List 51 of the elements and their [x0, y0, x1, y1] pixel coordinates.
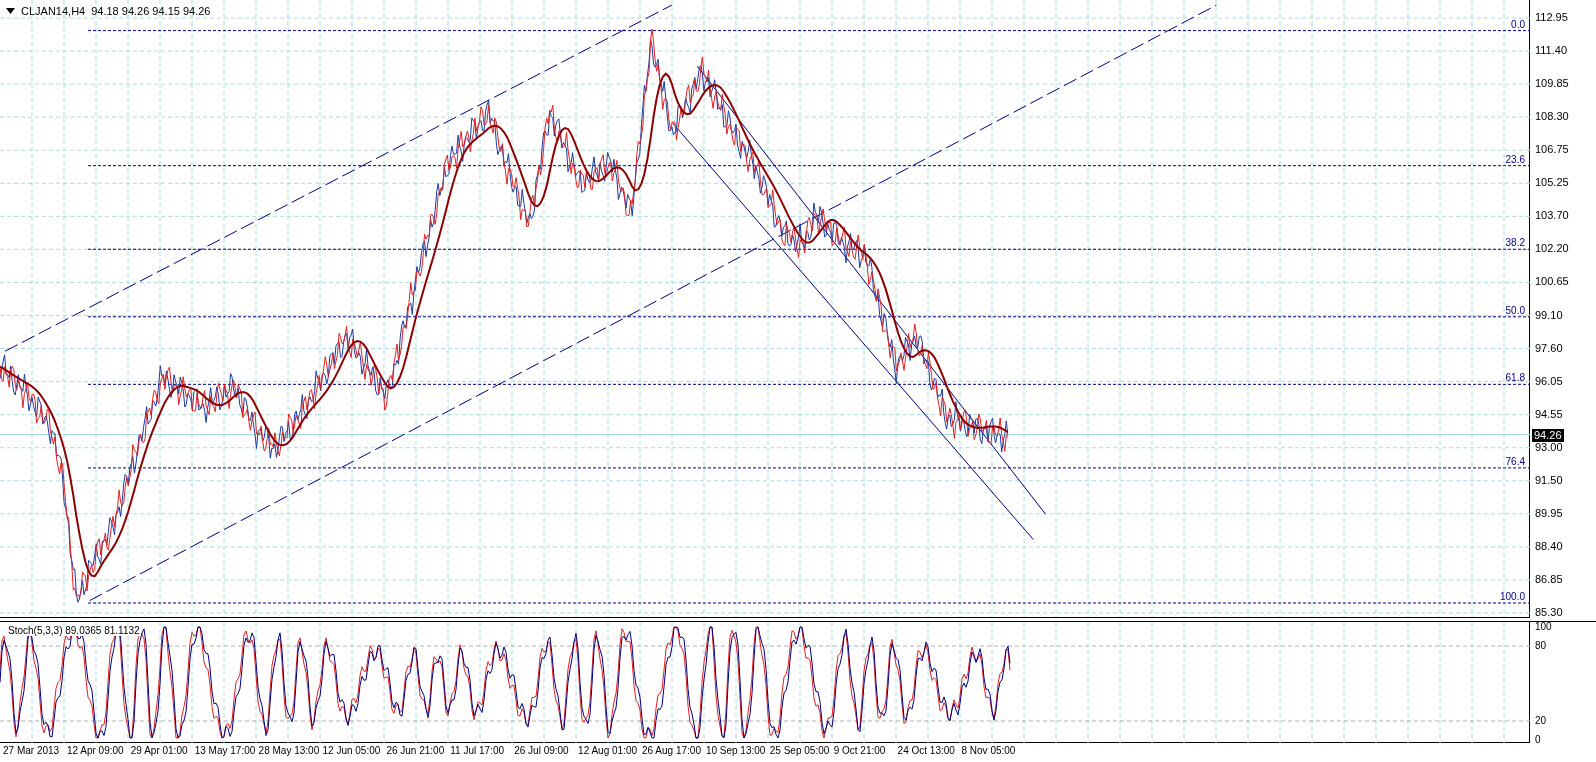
price-axis-label: 85.30: [1535, 607, 1563, 618]
price-axis-label: 96.05: [1535, 375, 1563, 387]
fibonacci-level-label: 23.6: [1505, 154, 1525, 165]
indicator-axis-label: 0: [1535, 735, 1541, 745]
price-axis-label: 112.95: [1535, 12, 1568, 23]
price-axis-label: 89.95: [1535, 507, 1563, 519]
indicator-axis-label: 100: [1535, 622, 1552, 632]
dropdown-triangle-icon[interactable]: [6, 8, 15, 15]
time-axis-label: 28 May 13:00: [258, 746, 320, 756]
time-axis-label: 12 Jun 05:00: [322, 746, 381, 756]
price-axis-label: 88.40: [1535, 540, 1563, 552]
price-axis-label: 93.00: [1535, 441, 1563, 453]
time-axis-label: 9 Oct 21:00: [833, 746, 886, 756]
price-axis-label: 94.55: [1535, 408, 1563, 420]
time-axis-label: 13 May 17:00: [194, 746, 256, 756]
indicator-axis-label: 20: [1535, 716, 1547, 726]
fibonacci-level-label: 38.2: [1505, 238, 1525, 249]
price-axis-label: 99.10: [1535, 309, 1563, 321]
fibonacci-level-label: 50.0: [1505, 305, 1525, 316]
indicator-axis-label: 80: [1535, 641, 1547, 651]
price-axis-label: 91.50: [1535, 474, 1563, 486]
time-axis-label: 26 Aug 17:00: [642, 746, 701, 756]
time-axis-label: 29 Apr 01:00: [130, 746, 188, 756]
fibonacci-level-label: 76.4: [1505, 456, 1525, 467]
price-axis-label: 102.20: [1535, 243, 1569, 255]
fibonacci-level-label: 0.0: [1511, 19, 1525, 30]
fibonacci-level-label: 61.8: [1505, 373, 1525, 384]
time-axis-label: 8 Nov 05:00: [961, 746, 1016, 756]
price-axis-label: 97.60: [1535, 342, 1563, 354]
time-axis-label: 25 Sep 05:00: [769, 746, 830, 756]
fibonacci-level-label: 100.0: [1499, 592, 1525, 602]
time-axis-label: 26 Jun 21:00: [386, 746, 445, 756]
price-axis-label: 111.40: [1535, 45, 1567, 57]
time-axis-label: 24 Oct 13:00: [897, 746, 955, 756]
time-axis-label: 12 Aug 01:00: [578, 746, 638, 756]
price-axis-label: 86.85: [1535, 573, 1563, 585]
price-axis-label: 103.70: [1535, 210, 1569, 222]
time-axis-label: 12 Apr 09:00: [66, 746, 124, 756]
price-axis-label: 100.65: [1535, 276, 1569, 288]
price-axis-label: 108.30: [1535, 111, 1569, 123]
price-axis-label: 105.25: [1535, 177, 1569, 189]
price-axis-label: 106.75: [1535, 144, 1569, 156]
ohlc-values: 94.18 94.26 94.15 94.26: [91, 4, 211, 19]
time-axis-label: 11 Jul 17:00: [450, 746, 505, 756]
current-price-label: 94.26: [1532, 428, 1564, 442]
time-axis-label: 27 Mar 2013: [3, 746, 60, 756]
symbol-label: CLJAN14,H4: [21, 4, 86, 19]
time-axis-label: 26 Jul 09:00: [514, 746, 569, 756]
indicator-label: Stoch(5,3,3) 89.0365 81.1132: [7, 626, 141, 636]
price-axis-label: 109.85: [1535, 78, 1569, 90]
time-axis-label: 10 Sep 13:00: [705, 746, 766, 756]
